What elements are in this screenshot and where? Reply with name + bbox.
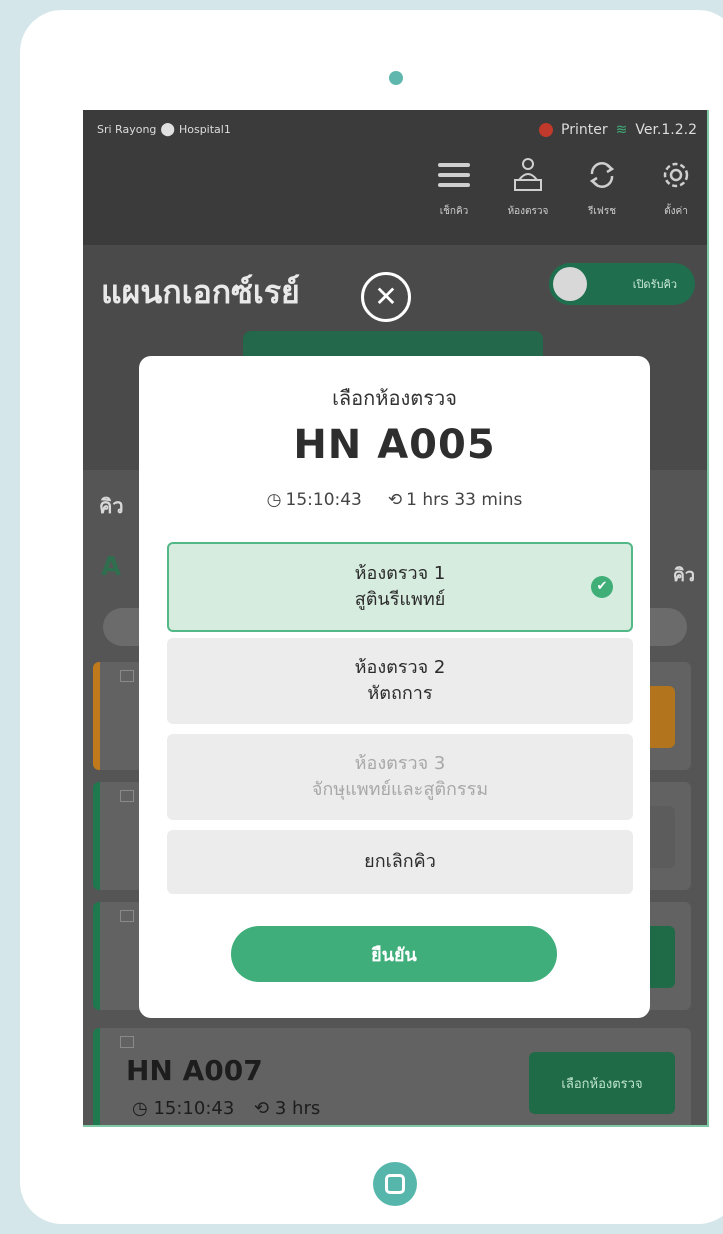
- toggle-label: เปิดรับคิว: [632, 278, 677, 291]
- tablet-frame: Sri Rayong ⬤ Hospital1 Printer ≋ Ver.1.2…: [20, 10, 723, 1224]
- ticket-icon: [120, 910, 134, 922]
- queue-card-hn: HN A007: [126, 1054, 263, 1087]
- queue-card-wait-value: 3 hrs: [274, 1098, 321, 1119]
- room-subtitle: สูตินรีแพทย์: [354, 589, 446, 610]
- home-button[interactable]: [373, 1162, 417, 1206]
- cancel-queue-option[interactable]: ยกเลิกคิว: [167, 830, 633, 894]
- room-option-2[interactable]: ห้องตรวจ 2 หัตถการ: [167, 638, 633, 724]
- toolbar-label: เช็กคิว: [439, 206, 469, 217]
- toggle-knob: [553, 267, 587, 301]
- top-bar: Sri Rayong ⬤ Hospital1 Printer ≋ Ver.1.2…: [83, 110, 707, 245]
- history-icon: ⟲: [254, 1098, 270, 1119]
- camera-dot: [389, 71, 403, 85]
- modal-time-value: 15:10:43: [285, 490, 362, 510]
- modal-time-row: ◷ 15:10:43 ⟲ 1 hrs 33 mins: [139, 490, 650, 510]
- toolbar-check-queue[interactable]: เช็กคิว: [431, 158, 477, 219]
- clock-icon: ◷: [266, 490, 282, 510]
- check-circle-icon: ✔: [591, 576, 613, 598]
- modal-wait: ⟲ 1 hrs 33 mins: [388, 490, 522, 510]
- queue-card[interactable]: HN A007 ◷ 15:10:43 ⟲ 3 hrs เลือกห้องตรวจ: [93, 1028, 691, 1125]
- version-label: Ver.1.2.2: [635, 122, 697, 138]
- toolbar-label: รีเฟรช: [587, 206, 617, 217]
- room-name: ห้องตรวจ 2: [354, 657, 446, 678]
- modal-title: เลือกห้องตรวจ: [332, 386, 457, 410]
- modal-time: ◷ 15:10:43: [267, 490, 362, 510]
- wifi-icon: ≋: [615, 122, 628, 138]
- location-text: Sri Rayong: [97, 123, 157, 136]
- toolbar-settings[interactable]: ตั้งค่า: [653, 158, 699, 219]
- queue-card-time-value: 15:10:43: [153, 1098, 235, 1119]
- modal-hn: HN A005: [293, 422, 496, 468]
- close-modal-button[interactable]: ✕: [361, 272, 411, 322]
- hospital-text: Hospital1: [178, 123, 231, 136]
- room-option-3: ห้องตรวจ 3 จักษุแพทย์และสูติกรรม: [167, 734, 633, 820]
- ticket-icon: [120, 670, 134, 682]
- printer-status-icon: [539, 123, 554, 137]
- select-room-modal: เลือกห้องตรวจ HN A005 ◷ 15:10:43 ⟲ 1 hrs…: [139, 356, 650, 1018]
- room-name: ห้องตรวจ 3: [354, 753, 446, 774]
- room-subtitle: หัตถการ: [367, 683, 433, 704]
- status-right: Printer ≋ Ver.1.2.2: [539, 122, 697, 138]
- department-title: แผนกเอกซ์เรย์: [101, 273, 300, 311]
- status-location: Sri Rayong ⬤ Hospital1: [97, 122, 231, 137]
- select-room-button[interactable]: เลือกห้องตรวจ: [529, 1052, 675, 1114]
- history-icon: ⟲: [387, 490, 403, 510]
- toolbar-label: ห้องตรวจ: [507, 206, 549, 217]
- queue-label: คิว: [99, 494, 124, 518]
- section-right-label: คิว: [672, 565, 695, 586]
- toolbar-refresh[interactable]: รีเฟรช: [579, 158, 625, 219]
- toolbar: เช็กคิว ห้องตรวจ รีเฟรช ตั้งค่า: [431, 158, 699, 219]
- printer-label: Printer: [561, 122, 608, 138]
- queue-card-time: ◷ 15:10:43 ⟲ 3 hrs: [132, 1098, 320, 1119]
- clock-icon: ◷: [132, 1098, 148, 1119]
- confirm-button[interactable]: ยืนยัน: [231, 926, 557, 982]
- close-icon: ✕: [374, 280, 398, 313]
- doctor-desk-icon: [511, 158, 545, 192]
- modal-wait-value: 1 hrs 33 mins: [406, 490, 523, 510]
- room-name: ห้องตรวจ 1: [354, 563, 446, 584]
- location-pin-icon: ⬤: [160, 122, 175, 137]
- toolbar-exam-room[interactable]: ห้องตรวจ: [505, 158, 551, 219]
- room-option-1[interactable]: ห้องตรวจ 1 สูตินรีแพทย์ ✔: [167, 542, 633, 632]
- app-screen: Sri Rayong ⬤ Hospital1 Printer ≋ Ver.1.2…: [83, 110, 709, 1127]
- ticket-icon: [120, 1036, 134, 1048]
- cancel-queue-label: ยกเลิกคิว: [364, 851, 436, 872]
- gear-icon: [659, 158, 693, 192]
- menu-lines-icon: [437, 158, 471, 192]
- section-letter: A: [101, 552, 122, 582]
- ticket-icon: [120, 790, 134, 802]
- room-subtitle: จักษุแพทย์และสูติกรรม: [311, 779, 489, 800]
- toolbar-label: ตั้งค่า: [664, 206, 688, 217]
- home-square-icon: [385, 1174, 405, 1194]
- refresh-icon: [585, 158, 619, 192]
- open-queue-toggle[interactable]: เปิดรับคิว: [549, 263, 695, 305]
